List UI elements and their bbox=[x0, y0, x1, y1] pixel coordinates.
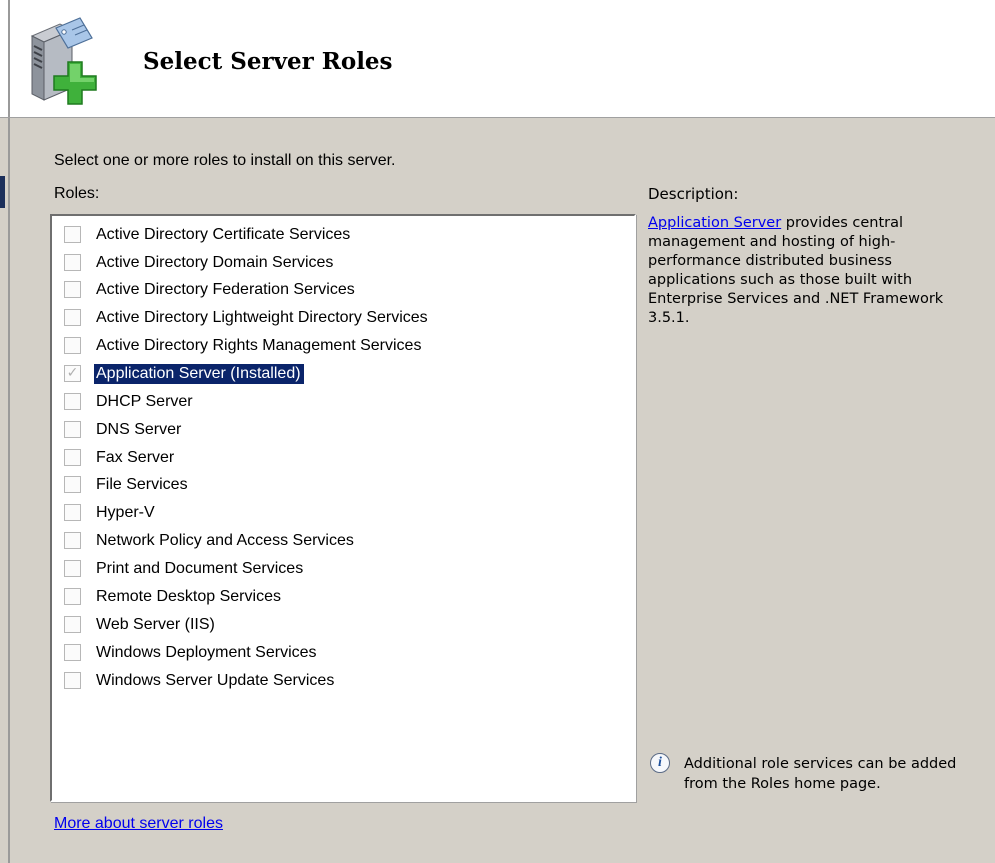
info-note: Additional role services can be added fr… bbox=[684, 756, 957, 792]
role-item-web-server[interactable]: Web Server (IIS) bbox=[62, 614, 622, 640]
role-item-ad-lightweight[interactable]: Active Directory Lightweight Directory S… bbox=[62, 307, 622, 333]
nav-step-indicator bbox=[0, 176, 5, 208]
role-item-wsus[interactable]: Windows Server Update Services bbox=[62, 670, 622, 696]
role-checkbox[interactable] bbox=[64, 532, 81, 549]
role-label: File Services bbox=[96, 476, 188, 493]
description-body: provides central management and hosting … bbox=[648, 215, 944, 326]
role-item-remote-desktop[interactable]: Remote Desktop Services bbox=[62, 586, 622, 612]
role-item-hyper-v[interactable]: Hyper-V bbox=[62, 502, 622, 528]
wizard-frame: Select Server Roles Select one or more r… bbox=[0, 0, 995, 863]
description-text: Application Server provides central mana… bbox=[648, 214, 978, 328]
instruction-text: Select one or more roles to install on t… bbox=[54, 152, 396, 169]
role-label: Active Directory Certificate Services bbox=[96, 226, 351, 243]
role-label: Hyper-V bbox=[96, 504, 155, 521]
role-label: Fax Server bbox=[96, 449, 175, 466]
role-checkbox[interactable] bbox=[64, 421, 81, 438]
role-label: DHCP Server bbox=[96, 393, 193, 410]
role-checkbox[interactable] bbox=[64, 449, 81, 466]
role-checkbox[interactable] bbox=[64, 337, 81, 354]
role-checkbox[interactable] bbox=[64, 281, 81, 298]
role-checkbox[interactable] bbox=[64, 226, 81, 243]
role-item-ad-rights[interactable]: Active Directory Rights Management Servi… bbox=[62, 335, 622, 361]
role-checkbox[interactable] bbox=[64, 588, 81, 605]
role-label: Print and Document Services bbox=[96, 560, 304, 577]
role-item-ad-domain[interactable]: Active Directory Domain Services bbox=[62, 252, 622, 278]
role-checkbox[interactable] bbox=[64, 309, 81, 326]
description-link[interactable]: Application Server bbox=[648, 215, 781, 231]
role-label: Active Directory Rights Management Servi… bbox=[96, 337, 422, 354]
role-label: Remote Desktop Services bbox=[96, 588, 281, 605]
role-item-fax[interactable]: Fax Server bbox=[62, 447, 622, 473]
role-checkbox[interactable] bbox=[64, 560, 81, 577]
role-label: Active Directory Federation Services bbox=[96, 281, 355, 298]
role-item-file-services[interactable]: File Services bbox=[62, 474, 622, 500]
info-icon: i bbox=[650, 753, 670, 773]
role-label: Windows Server Update Services bbox=[96, 672, 335, 689]
description-label: Description: bbox=[648, 185, 739, 203]
left-divider-body bbox=[8, 118, 10, 863]
role-checkbox[interactable] bbox=[64, 672, 81, 689]
role-item-network-policy[interactable]: Network Policy and Access Services bbox=[62, 530, 622, 556]
role-checkbox[interactable] bbox=[64, 476, 81, 493]
more-about-roles-link[interactable]: More about server roles bbox=[54, 815, 223, 833]
role-label: DNS Server bbox=[96, 421, 182, 438]
roles-list[interactable]: Active Directory Certificate Services Ac… bbox=[50, 214, 636, 802]
role-item-windows-deployment[interactable]: Windows Deployment Services bbox=[62, 642, 622, 668]
role-checkbox-checked-disabled: ✓ bbox=[64, 365, 81, 382]
role-label: Web Server (IIS) bbox=[96, 616, 215, 633]
role-label: Network Policy and Access Services bbox=[96, 532, 354, 549]
server-add-icon bbox=[30, 17, 97, 105]
left-divider bbox=[8, 0, 10, 117]
role-item-dns[interactable]: DNS Server bbox=[62, 419, 622, 445]
role-label: Active Directory Domain Services bbox=[96, 254, 334, 271]
role-checkbox[interactable] bbox=[64, 393, 81, 410]
role-checkbox[interactable] bbox=[64, 644, 81, 661]
role-checkbox[interactable] bbox=[64, 504, 81, 521]
role-item-dhcp[interactable]: DHCP Server bbox=[62, 391, 622, 417]
role-checkbox[interactable] bbox=[64, 254, 81, 271]
role-item-print-document[interactable]: Print and Document Services bbox=[62, 558, 622, 584]
role-label: Active Directory Lightweight Directory S… bbox=[96, 309, 428, 326]
role-label: Windows Deployment Services bbox=[96, 644, 317, 661]
page-title: Select Server Roles bbox=[143, 48, 393, 75]
role-item-ad-certificate[interactable]: Active Directory Certificate Services bbox=[62, 224, 622, 250]
wizard-header: Select Server Roles bbox=[0, 0, 995, 118]
roles-label: Roles: bbox=[54, 185, 100, 202]
role-label: Application Server (Installed) bbox=[94, 364, 304, 384]
role-item-ad-federation[interactable]: Active Directory Federation Services bbox=[62, 279, 622, 305]
role-checkbox[interactable] bbox=[64, 616, 81, 633]
role-item-application-server[interactable]: ✓ Application Server (Installed) bbox=[62, 363, 622, 389]
